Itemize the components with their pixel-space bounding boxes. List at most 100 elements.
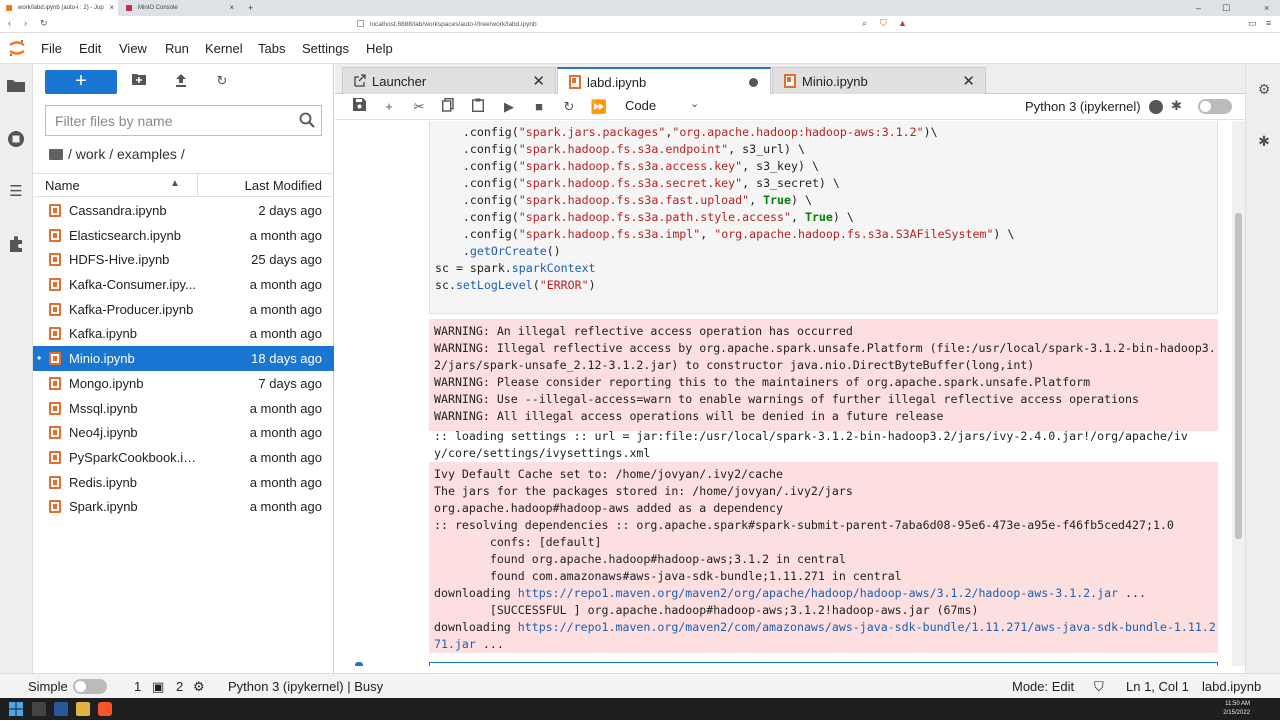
- tab-launcher[interactable]: Launcher ✕: [342, 67, 556, 94]
- tab-labd-notebook[interactable]: labd.ipynb: [557, 67, 771, 95]
- code-cell-editor[interactable]: .config("spark.jars.packages","org.apach…: [429, 121, 1218, 314]
- browser-menu-icon[interactable]: ≡: [1266, 18, 1271, 28]
- restart-kernel-icon[interactable]: ↻: [560, 98, 578, 116]
- download-link[interactable]: https://repo1.maven.org/maven2/com/amazo…: [434, 620, 1216, 651]
- bug-icon: ✱: [1171, 98, 1182, 113]
- sort-ascending-icon[interactable]: ▲: [170, 178, 180, 189]
- running-kernels-icon[interactable]: [6, 130, 26, 150]
- file-list-item[interactable]: HDFS-Hive.ipynb 25 days ago: [33, 247, 334, 272]
- file-list-item[interactable]: Elasticsearch.ipynb a month ago: [33, 223, 334, 248]
- new-tab-icon[interactable]: +: [248, 0, 253, 16]
- menu-edit[interactable]: Edit: [79, 41, 101, 56]
- insert-cell-icon[interactable]: +: [380, 98, 398, 116]
- system-clock[interactable]: 11:50 AM 2/15/2022: [1223, 700, 1250, 718]
- copy-icon[interactable]: [439, 97, 457, 116]
- upload-icon[interactable]: [173, 73, 189, 89]
- file-list-item[interactable]: Redis.ipynb a month ago: [33, 470, 334, 495]
- file-list-item[interactable]: Mongo.ipynb 7 days ago: [33, 371, 334, 396]
- extensions-icon[interactable]: [6, 236, 26, 256]
- file-list-item[interactable]: PySparkCookbook.ip... a month ago: [33, 445, 334, 470]
- save-icon[interactable]: [350, 98, 368, 116]
- simple-mode-toggle[interactable]: [73, 679, 107, 694]
- paste-icon[interactable]: [469, 98, 487, 116]
- bookmark-icon[interactable]: ▢: [356, 18, 365, 29]
- menu-settings[interactable]: Settings: [302, 41, 349, 56]
- new-launcher-button[interactable]: +: [45, 70, 117, 94]
- windows-start-icon[interactable]: [9, 702, 23, 716]
- browser-tab-minio[interactable]: MinIO Console ×: [120, 0, 238, 16]
- browser-tab-jupyter[interactable]: work/labd.ipynb (auto-l : 2) - Jup ×: [0, 0, 118, 16]
- minimize-icon[interactable]: –: [1196, 0, 1201, 16]
- cell-type-select[interactable]: Code: [625, 98, 656, 113]
- cursor-position[interactable]: Ln 1, Col 1: [1126, 679, 1189, 694]
- zoom-icon[interactable]: ⌕: [862, 18, 867, 29]
- menu-kernel[interactable]: Kernel: [205, 41, 243, 56]
- menu-tabs[interactable]: Tabs: [258, 41, 285, 56]
- download-link[interactable]: https://repo1.maven.org/maven2/org/apach…: [518, 586, 1118, 600]
- folder-icon[interactable]: [49, 149, 63, 160]
- filter-files-field[interactable]: [45, 105, 322, 136]
- file-list-item[interactable]: Kafka.ipynb a month ago: [33, 321, 334, 346]
- file-list-item[interactable]: Kafka-Consumer.ipy... a month ago: [33, 272, 334, 297]
- word-icon[interactable]: [54, 702, 68, 716]
- menu-help[interactable]: Help: [366, 41, 393, 56]
- tab-minio-notebook[interactable]: Minio.ipynb ✕: [772, 67, 986, 94]
- file-list-item[interactable]: Neo4j.ipynb a month ago: [33, 420, 334, 445]
- cell-collapser[interactable]: [355, 662, 363, 666]
- stop-icon[interactable]: ■: [530, 98, 548, 116]
- run-icon[interactable]: ▶: [500, 98, 518, 116]
- next-cell-editor[interactable]: [429, 662, 1218, 666]
- file-list-item[interactable]: Kafka-Producer.ipynb a month ago: [33, 297, 334, 322]
- menu-view[interactable]: View: [119, 41, 147, 56]
- pinned-app-icon[interactable]: [32, 702, 46, 716]
- file-explorer-icon[interactable]: [76, 702, 90, 716]
- file-list-item[interactable]: Cassandra.ipynb 2 days ago: [33, 198, 334, 223]
- unsaved-changes-icon[interactable]: [749, 78, 758, 87]
- terminal-count[interactable]: 1: [134, 679, 141, 694]
- url-field[interactable]: localhost:8888/lab/workspaces/auto-l/tre…: [370, 18, 910, 31]
- notebook-scrollbar[interactable]: [1232, 121, 1245, 666]
- gear-icon[interactable]: ⚙: [193, 679, 205, 695]
- notebook-panel[interactable]: .config("spark.jars.packages","org.apach…: [335, 121, 1245, 666]
- folder-icon[interactable]: [6, 78, 26, 98]
- table-of-contents-icon[interactable]: ☰: [6, 182, 26, 202]
- close-icon[interactable]: ×: [109, 0, 114, 16]
- file-list-item[interactable]: Mssql.ipynb a month ago: [33, 396, 334, 421]
- chevron-down-icon[interactable]: ⌄: [690, 97, 699, 110]
- debugger-toggle[interactable]: [1198, 99, 1232, 114]
- scrollbar-thumb[interactable]: [1235, 213, 1242, 539]
- code-cell-source[interactable]: .config("spark.jars.packages","org.apach…: [435, 124, 1014, 294]
- debugger-icon[interactable]: ✱: [1255, 132, 1273, 150]
- kernel-name-button[interactable]: Python 3 (ipykernel): [1025, 99, 1141, 114]
- brave-browser-icon[interactable]: [98, 702, 112, 716]
- forward-icon[interactable]: ›: [24, 18, 27, 28]
- close-icon[interactable]: ✕: [962, 72, 975, 90]
- property-inspector-icon[interactable]: ⚙: [1255, 80, 1273, 98]
- new-folder-icon[interactable]: [131, 73, 147, 89]
- fast-forward-icon[interactable]: ⏩: [590, 98, 608, 116]
- window-icon[interactable]: ▭: [1248, 18, 1257, 29]
- close-icon[interactable]: ✕: [532, 72, 545, 90]
- breadcrumb[interactable]: / work / examples /: [49, 146, 185, 166]
- window-close-icon[interactable]: ×: [1264, 0, 1269, 16]
- shield-check-icon[interactable]: ⛉: [1094, 679, 1104, 695]
- kernel-status-text[interactable]: Python 3 (ipykernel) | Busy: [228, 679, 383, 694]
- warning-icon[interactable]: ▲: [898, 18, 907, 28]
- filter-files-input[interactable]: [46, 106, 286, 135]
- column-name[interactable]: Name: [45, 178, 80, 193]
- column-last-modified[interactable]: Last Modified: [245, 178, 322, 193]
- menu-run[interactable]: Run: [165, 41, 189, 56]
- reload-icon[interactable]: ↻: [40, 18, 48, 29]
- refresh-icon[interactable]: ↻: [214, 73, 230, 89]
- kernel-count[interactable]: 2: [176, 679, 183, 694]
- close-icon[interactable]: ×: [229, 0, 234, 16]
- terminal-icon[interactable]: ▣: [152, 679, 164, 695]
- file-list-item[interactable]: • Minio.ipynb 18 days ago: [33, 346, 334, 371]
- cut-icon[interactable]: ✂: [410, 98, 428, 116]
- file-list-item[interactable]: Spark.ipynb a month ago: [33, 494, 334, 519]
- back-icon[interactable]: ‹: [8, 18, 11, 28]
- maximize-icon[interactable]: ☐: [1222, 0, 1230, 16]
- column-divider[interactable]: [197, 174, 198, 196]
- menu-file[interactable]: File: [41, 41, 62, 56]
- brave-shield-icon[interactable]: ⛉: [880, 18, 887, 29]
